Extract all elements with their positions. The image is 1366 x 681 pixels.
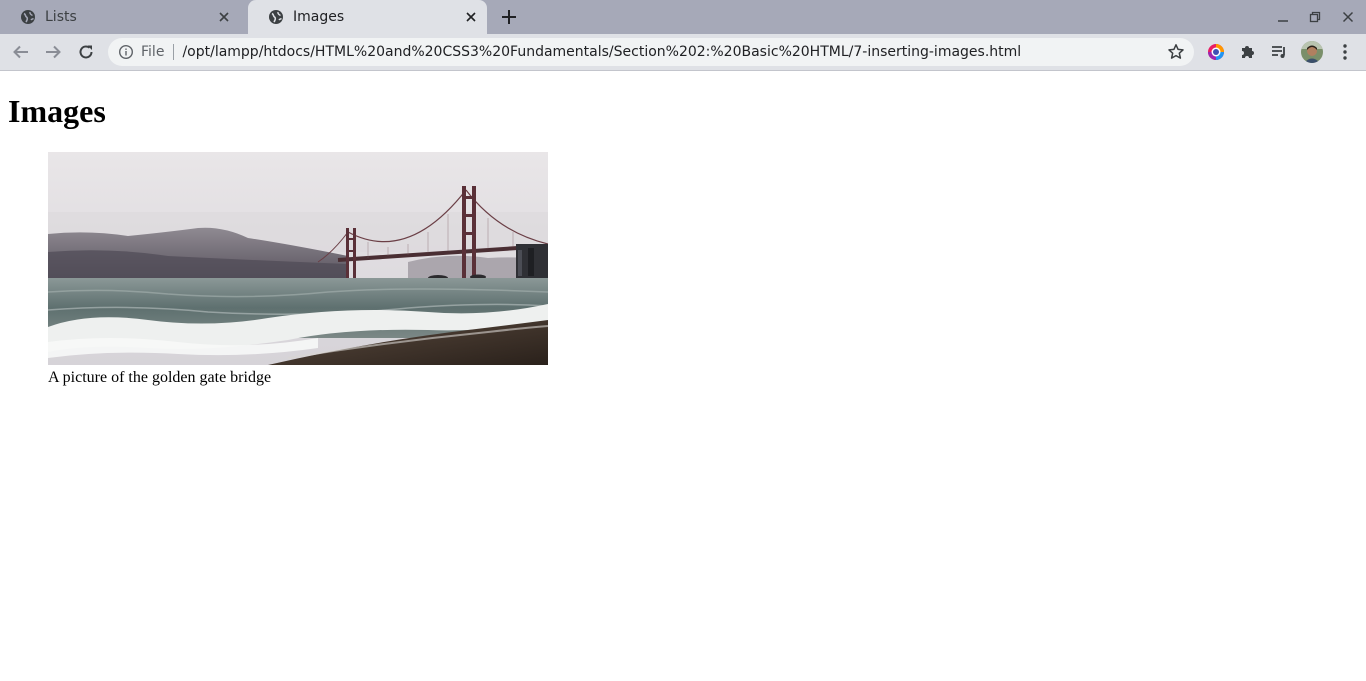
new-tab-button[interactable] bbox=[499, 7, 519, 27]
address-divider bbox=[173, 44, 175, 60]
close-icon[interactable] bbox=[216, 9, 232, 25]
browser-toolbar: File /opt/lampp/htdocs/HTML%20and%20CSS3… bbox=[0, 34, 1366, 71]
close-icon[interactable] bbox=[463, 9, 479, 25]
minimize-icon bbox=[1278, 20, 1288, 22]
color-wheel-icon bbox=[1208, 44, 1224, 60]
tab-title: Images bbox=[293, 9, 345, 25]
restore-button[interactable] bbox=[1306, 8, 1324, 26]
playlist-icon bbox=[1272, 46, 1285, 58]
tab-images[interactable]: Images bbox=[248, 0, 487, 34]
back-button[interactable] bbox=[11, 42, 31, 62]
address-bar[interactable]: File /opt/lampp/htdocs/HTML%20and%20CSS3… bbox=[108, 38, 1194, 66]
minimize-button[interactable] bbox=[1274, 8, 1292, 26]
puzzle-icon bbox=[1242, 46, 1254, 58]
url-text[interactable]: /opt/lampp/htdocs/HTML%20and%20CSS3%20Fu… bbox=[182, 44, 1167, 60]
info-icon[interactable] bbox=[118, 44, 134, 60]
color-picker-extension-button[interactable] bbox=[1205, 41, 1227, 63]
image-figure: A picture of the golden gate bridge bbox=[48, 152, 548, 388]
tab-title: Lists bbox=[45, 9, 77, 25]
close-icon bbox=[1342, 11, 1354, 23]
globe-icon bbox=[269, 10, 283, 24]
profile-avatar-icon bbox=[1301, 41, 1323, 63]
globe-icon bbox=[21, 10, 35, 24]
restore-icon bbox=[1309, 11, 1321, 23]
star-icon[interactable] bbox=[1167, 43, 1185, 61]
media-control-button[interactable] bbox=[1268, 41, 1290, 63]
window-close-button[interactable] bbox=[1339, 8, 1357, 26]
arrow-right-icon bbox=[46, 45, 61, 59]
arrow-left-icon bbox=[13, 45, 28, 59]
more-vert-icon bbox=[1343, 44, 1347, 60]
tab-lists[interactable]: Lists bbox=[0, 0, 240, 34]
extensions-button[interactable] bbox=[1237, 41, 1259, 63]
plus-icon bbox=[502, 10, 516, 24]
scheme-label: File bbox=[141, 44, 165, 60]
image-caption: A picture of the golden gate bridge bbox=[48, 369, 272, 386]
page-title: Images bbox=[8, 93, 106, 129]
tab-strip: Lists Images bbox=[0, 0, 1366, 34]
reload-icon bbox=[79, 45, 93, 59]
browser-menu-button[interactable] bbox=[1335, 42, 1355, 62]
forward-button[interactable] bbox=[43, 42, 63, 62]
golden-gate-bridge-image bbox=[48, 152, 548, 365]
avatar[interactable] bbox=[1301, 41, 1323, 63]
reload-button[interactable] bbox=[76, 42, 96, 62]
page-content: Images A picture of the golden gate brid… bbox=[0, 72, 1366, 681]
